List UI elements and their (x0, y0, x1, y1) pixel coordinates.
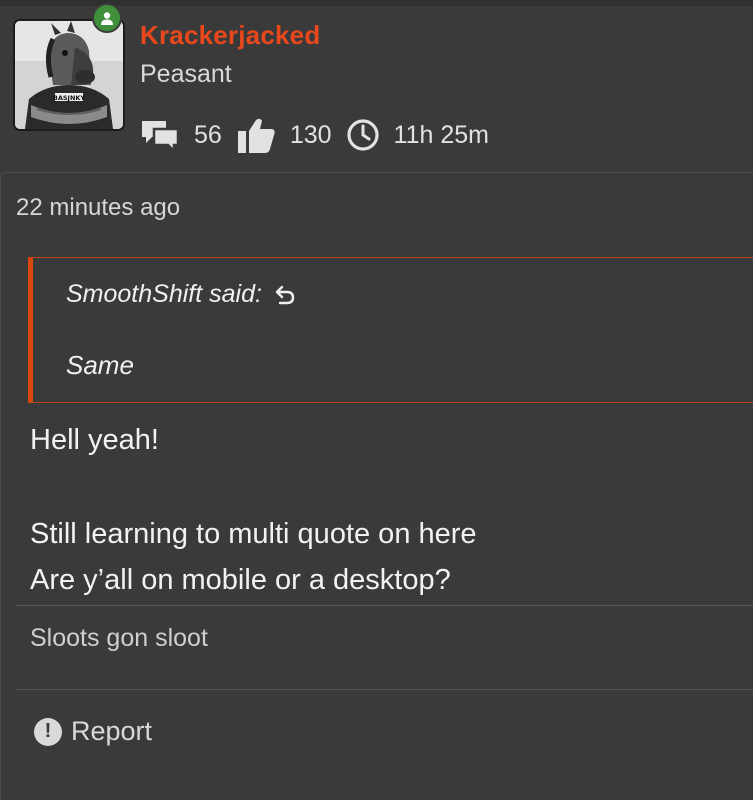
clock-icon (346, 118, 380, 152)
report-label[interactable]: Report (71, 716, 152, 747)
avatar[interactable]: BASJNKY (13, 19, 125, 131)
reaction-score: 130 (289, 120, 332, 149)
footer-divider (15, 689, 753, 690)
user-icon (101, 12, 113, 25)
thumbs-up-icon (236, 115, 276, 155)
quote-block (28, 257, 753, 403)
comments-icon (140, 115, 180, 155)
quote-author[interactable]: SmoothShift said: (66, 280, 262, 309)
horse-mask-avatar: BASJNKY (15, 21, 123, 129)
online-status-indicator (92, 3, 122, 33)
alert-icon: ! (34, 717, 62, 746)
report-button[interactable]: ! Report (34, 716, 152, 747)
user-stats: 56 130 11h 25m (140, 112, 503, 158)
quote-text: Same (66, 350, 134, 380)
post-page: BASJNKY Krackerjacked Peasant 56 130 11h… (0, 0, 753, 800)
avatar-container[interactable]: BASJNKY (13, 3, 125, 131)
post-body-line: Hell yeah! (30, 424, 159, 456)
avatar-shirt-text: BASJNKY (53, 94, 86, 102)
user-rank-title: Peasant (140, 60, 232, 88)
user-signature: Sloots gon sloot (30, 624, 208, 652)
signature-divider (15, 605, 753, 606)
post-timestamp[interactable]: 22 minutes ago (16, 194, 180, 222)
message-count: 56 (194, 120, 222, 149)
time-online: 11h 25m (393, 120, 489, 149)
jump-to-quote-icon[interactable] (274, 284, 296, 306)
username-link[interactable]: Krackerjacked (140, 20, 320, 51)
quote-attribution[interactable]: SmoothShift said: (66, 280, 296, 309)
post-body-line: Still learning to multi quote on here (30, 518, 477, 550)
post-body-line: Are y’all on mobile or a desktop? (30, 564, 451, 596)
